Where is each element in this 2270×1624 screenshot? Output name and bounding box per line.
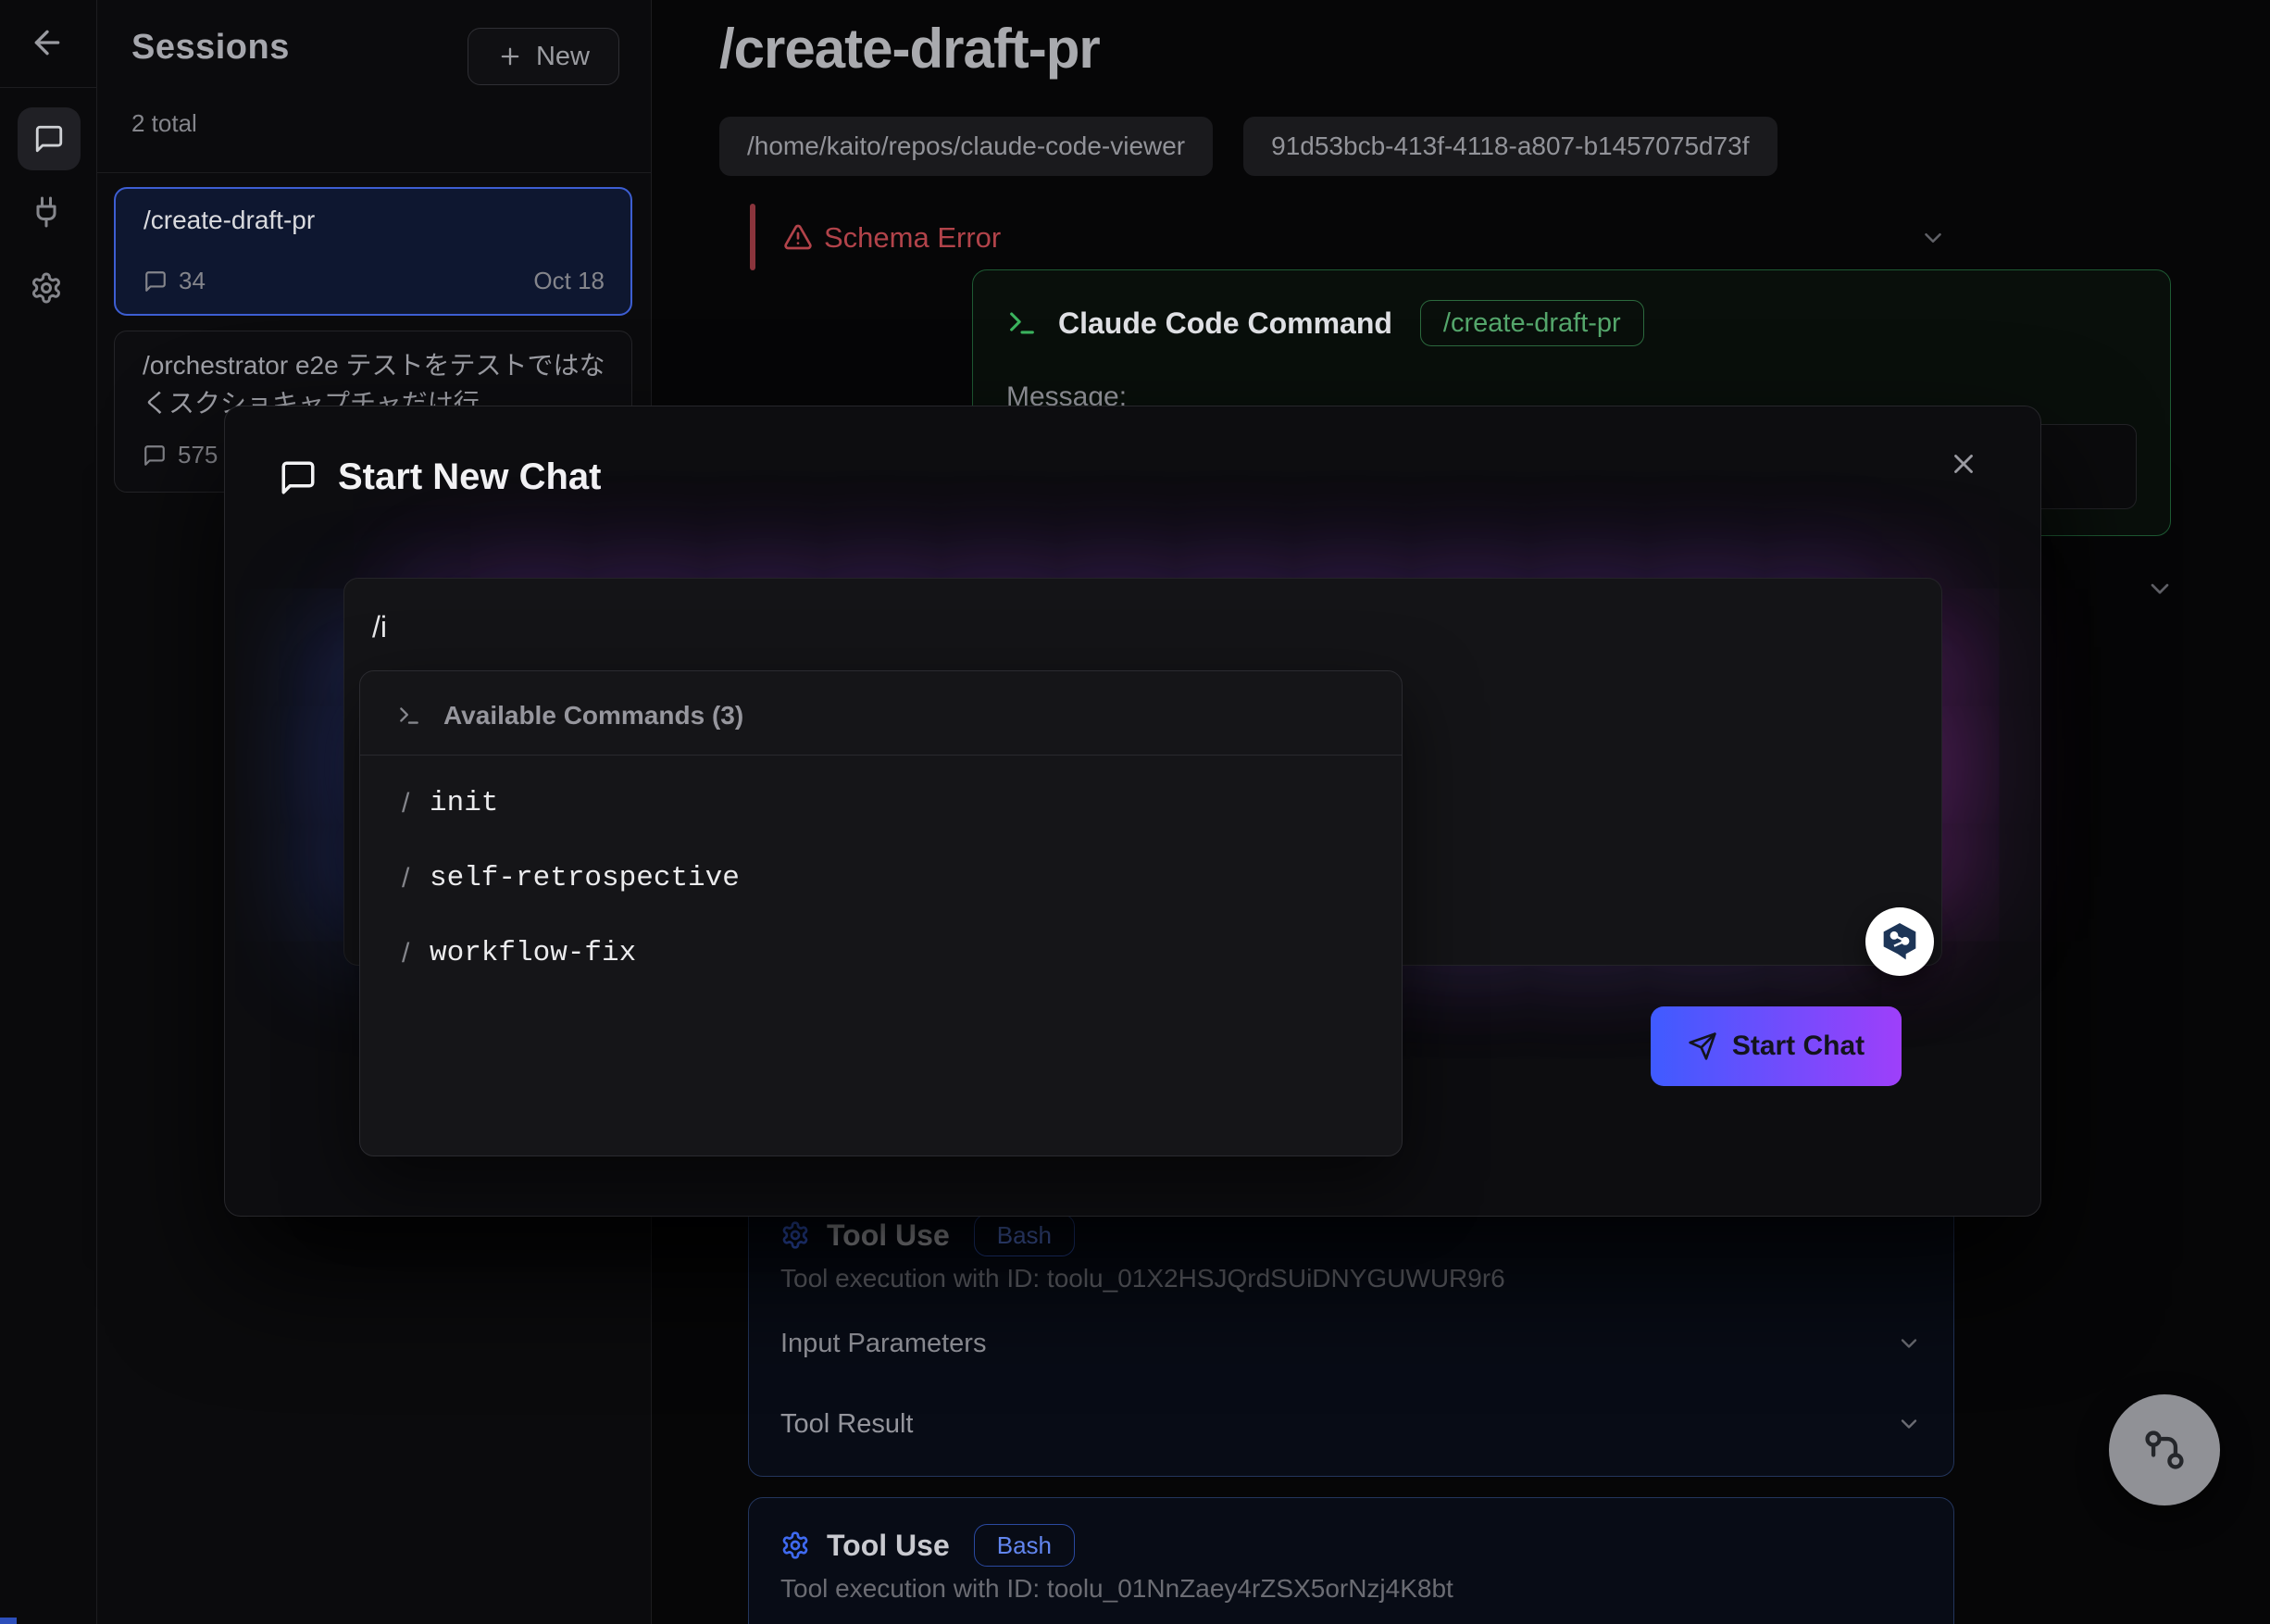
tool-name-badge: Bash — [974, 1524, 1075, 1567]
tool-use-header: Tool Use Bash — [780, 1214, 1075, 1256]
project-path-badge: /home/kaito/repos/claude-code-viewer — [719, 117, 1213, 176]
start-new-chat-modal: Start New Chat /i Available Commands (3)… — [224, 406, 2041, 1217]
gear-icon — [780, 1220, 810, 1250]
command-name: init — [430, 787, 498, 819]
schema-error-row[interactable]: Schema Error — [750, 204, 1944, 270]
session-message-count: 575 — [178, 441, 218, 469]
terminal-icon — [397, 704, 421, 728]
modal-title: Start New Chat — [338, 456, 602, 498]
autocomplete-list: / init / self-retrospective / workflow-f… — [360, 766, 1402, 991]
command-option-self-retrospective[interactable]: / self-retrospective — [360, 841, 1402, 916]
icon-rail — [0, 0, 97, 1624]
tool-use-header: Tool Use Bash — [780, 1524, 1075, 1567]
message-square-icon — [143, 269, 168, 294]
tool-use-panel: Tool Use Bash Tool execution with ID: to… — [748, 1187, 1954, 1477]
nav-sessions-button[interactable] — [18, 107, 81, 170]
start-chat-button[interactable]: Start Chat — [1651, 1006, 1902, 1086]
terminal-icon — [1006, 307, 1038, 339]
plus-icon — [497, 44, 523, 69]
app-root: Sessions New 2 total /create-draft-pr 34… — [0, 0, 2270, 1624]
ime-extension-badge[interactable] — [1865, 907, 1934, 976]
session-card-selected[interactable]: /create-draft-pr 34 Oct 18 — [114, 187, 632, 316]
command-prefix: / — [402, 938, 430, 969]
new-session-label: New — [536, 42, 590, 72]
autocomplete-header-label: Available Commands (3) — [443, 701, 743, 731]
session-id-badge: 91d53bcb-413f-4118-a807-b1457075d73f — [1243, 117, 1777, 176]
corner-accent — [0, 1618, 17, 1624]
arrow-left-icon — [29, 24, 69, 61]
rail-divider — [0, 87, 97, 88]
git-pull-request-icon — [2140, 1426, 2189, 1474]
command-name: workflow-fix — [430, 937, 636, 969]
message-square-icon — [279, 458, 318, 497]
command-prefix: / — [402, 863, 430, 894]
session-date: Oct 18 — [533, 267, 605, 295]
autocomplete-divider — [360, 755, 1402, 756]
tool-name-badge: Bash — [974, 1214, 1075, 1256]
git-overlay-button[interactable] — [2109, 1394, 2220, 1505]
chevron-down-icon[interactable] — [1919, 224, 1947, 252]
chevron-down-icon — [1896, 1411, 1922, 1437]
command-option-workflow-fix[interactable]: / workflow-fix — [360, 916, 1402, 991]
schema-error-label: Schema Error — [824, 221, 1001, 255]
command-panel-title: Claude Code Command — [1058, 306, 1392, 341]
tool-execution-id: Tool execution with ID: toolu_01X2HSJQrd… — [780, 1264, 1505, 1293]
send-icon — [1688, 1031, 1717, 1061]
close-icon — [1948, 448, 1989, 480]
tool-use-title: Tool Use — [827, 1218, 950, 1253]
back-button[interactable] — [29, 22, 69, 63]
tool-use-title: Tool Use — [827, 1529, 950, 1563]
message-square-icon — [33, 123, 65, 155]
warning-triangle-icon — [783, 222, 813, 252]
new-session-button[interactable]: New — [468, 28, 619, 85]
page-title: /create-draft-pr — [719, 17, 1100, 81]
tool-result-toggle[interactable]: Tool Result — [780, 1404, 1922, 1444]
session-title: /create-draft-pr — [143, 206, 605, 235]
tool-use-panel: Tool Use Bash Tool execution with ID: to… — [748, 1497, 1954, 1624]
chevron-down-icon[interactable] — [2145, 574, 2175, 604]
autocomplete-header: Available Commands (3) — [397, 701, 743, 731]
input-parameters-label: Input Parameters — [780, 1329, 986, 1359]
command-badge: /create-draft-pr — [1420, 300, 1644, 346]
sessions-divider — [97, 172, 652, 173]
nav-mcp-button[interactable] — [30, 193, 69, 231]
command-prefix: / — [402, 788, 430, 819]
input-parameters-toggle[interactable]: Input Parameters — [780, 1323, 1922, 1364]
session-meta: 34 Oct 18 — [143, 267, 605, 295]
session-meta-badges: /home/kaito/repos/claude-code-viewer 91d… — [719, 117, 1777, 176]
nav-settings-button[interactable] — [30, 269, 69, 307]
sessions-panel-title: Sessions — [131, 28, 290, 68]
tool-execution-id: Tool execution with ID: toolu_01NnZaey4r… — [780, 1574, 1453, 1604]
session-message-count: 34 — [179, 267, 206, 295]
chat-share-icon — [1877, 919, 1922, 964]
close-button[interactable] — [1948, 443, 1989, 484]
message-square-icon — [143, 443, 167, 468]
command-name: self-retrospective — [430, 862, 740, 894]
start-chat-label: Start Chat — [1732, 1031, 1865, 1062]
gear-icon — [30, 271, 69, 305]
modal-header: Start New Chat — [279, 456, 602, 498]
command-autocomplete: Available Commands (3) / init / self-ret… — [359, 670, 1403, 1156]
command-panel-header: Claude Code Command /create-draft-pr — [1006, 300, 1644, 346]
plug-icon — [30, 195, 69, 229]
gear-icon — [780, 1530, 810, 1560]
tool-result-label: Tool Result — [780, 1409, 913, 1440]
sessions-total: 2 total — [131, 109, 197, 138]
chevron-down-icon — [1896, 1330, 1922, 1356]
command-option-init[interactable]: / init — [360, 766, 1402, 841]
error-accent-bar — [750, 204, 755, 270]
